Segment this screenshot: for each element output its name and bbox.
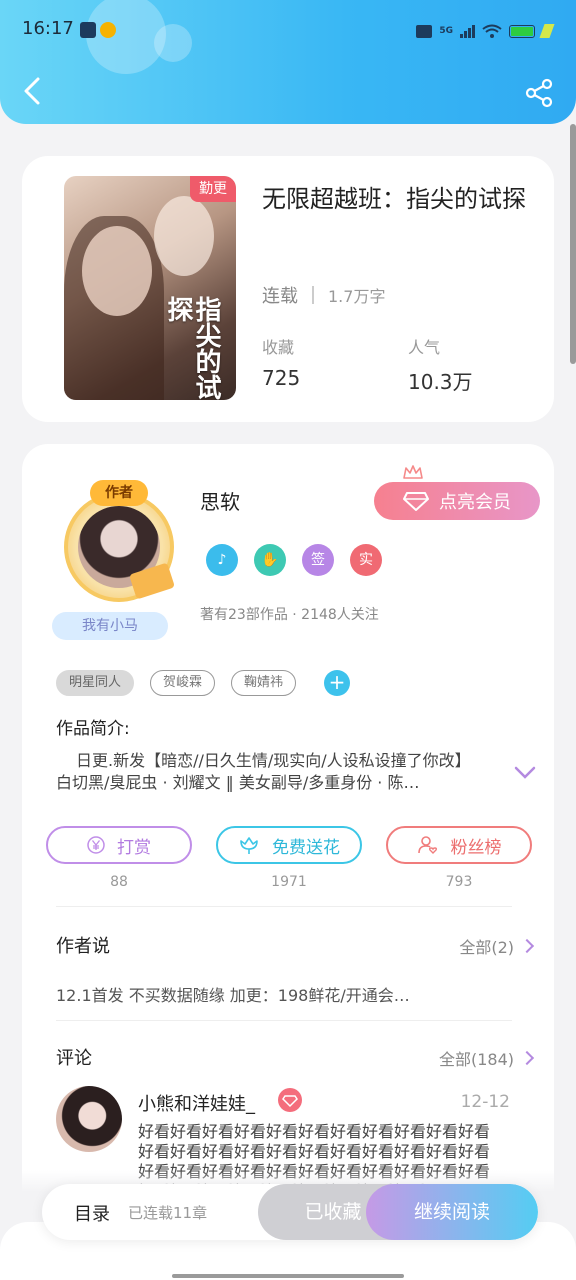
fan-rank-label: 粉丝榜 bbox=[450, 837, 502, 858]
reward-count: 88 bbox=[110, 874, 128, 890]
tag-list: 明星同人 贺峻霖 鞠婧祎 + bbox=[56, 670, 351, 696]
comment-user[interactable]: 小熊和洋娃娃_ bbox=[138, 1090, 255, 1116]
chevron-down-icon[interactable] bbox=[514, 766, 536, 780]
status-indicators: 5G bbox=[416, 20, 555, 42]
taobao-icon bbox=[80, 22, 96, 38]
send-flower-label: 免费送花 bbox=[272, 837, 340, 858]
share-icon[interactable] bbox=[524, 78, 554, 108]
stat-value: 725 bbox=[262, 366, 301, 390]
vip-button[interactable]: 点亮会员 bbox=[374, 482, 540, 520]
bottom-action-bar: 目录 已连载11章 已收藏 继续阅读 bbox=[42, 1184, 538, 1240]
works-info: 著有23部作品 · 2148人关注 bbox=[200, 607, 379, 623]
top-header: 16:17 5G bbox=[0, 0, 576, 124]
reward-button[interactable]: 打赏 bbox=[46, 826, 192, 864]
chevron-right-icon bbox=[519, 938, 535, 954]
serial-info: 连载 1.7万字 bbox=[262, 282, 385, 308]
author-name[interactable]: 思软 bbox=[200, 486, 240, 515]
network-label: 5G bbox=[439, 26, 453, 36]
serial-status: 连载 bbox=[262, 286, 298, 307]
verified-badge[interactable]: 实 bbox=[350, 544, 382, 576]
battery-icon bbox=[509, 24, 535, 38]
comments-more[interactable]: 全部(184) bbox=[438, 1046, 535, 1070]
author-badges: ♪ ✋ 签 实 bbox=[206, 544, 382, 576]
fan-rank-action: 粉丝榜 793 bbox=[386, 826, 532, 890]
music-note-icon[interactable]: ♪ bbox=[206, 544, 238, 576]
avatar-name-tag: 我有小马 bbox=[52, 612, 168, 640]
stat-popularity: 人气 10.3万 bbox=[408, 334, 473, 395]
send-flower-button[interactable]: 免费送花 bbox=[216, 826, 362, 864]
fan-rank-count: 793 bbox=[445, 874, 473, 890]
reward-label: 打赏 bbox=[117, 837, 151, 858]
divider bbox=[56, 1020, 512, 1021]
status-time: 16:17 bbox=[22, 18, 74, 39]
fan-rank-icon bbox=[417, 836, 437, 854]
continue-reading-button[interactable]: 继续阅读 bbox=[366, 1184, 538, 1240]
vip-button-label: 点亮会员 bbox=[439, 492, 511, 513]
chevron-left-icon[interactable] bbox=[20, 76, 44, 106]
signed-badge[interactable]: 签 bbox=[302, 544, 334, 576]
yen-icon bbox=[87, 836, 105, 854]
tag-item[interactable]: 明星同人 bbox=[56, 670, 135, 696]
stat-favorites: 收藏 725 bbox=[262, 334, 300, 390]
tag-item[interactable]: 贺峻霖 bbox=[150, 670, 216, 696]
chapter-count: 已连载11章 bbox=[128, 1204, 208, 1222]
status-bar: 16:17 5G bbox=[0, 14, 576, 48]
add-tag-button[interactable]: + bbox=[324, 670, 351, 696]
update-badge: 勤更 bbox=[190, 176, 236, 202]
comments-more-label: 全部(184) bbox=[438, 1050, 514, 1069]
book-title: 无限超越班：指尖的试探 bbox=[262, 185, 526, 213]
word-count: 1.7万字 bbox=[328, 287, 386, 306]
chevron-right-icon bbox=[519, 1050, 535, 1066]
cover-title: 指尖的试探 bbox=[163, 296, 221, 400]
hd-icon bbox=[416, 24, 433, 38]
wifi-icon bbox=[482, 24, 502, 38]
author-avatar[interactable]: 作者 我有小马 bbox=[52, 480, 188, 650]
author-says-more-label: 全部(2) bbox=[459, 938, 514, 957]
crown-icon bbox=[403, 465, 423, 479]
book-info-card: 指尖的试探 勤更 无限超越班：指尖的试探 连载 1.7万字 收藏 725 人气 … bbox=[22, 156, 554, 422]
fan-rank-button[interactable]: 粉丝榜 bbox=[386, 826, 532, 864]
author-tag: 作者 bbox=[90, 480, 148, 506]
stat-label: 收藏 bbox=[262, 338, 295, 357]
toc-button[interactable]: 目录 bbox=[74, 1200, 110, 1226]
reward-action: 打赏 88 bbox=[46, 826, 192, 890]
diamond-icon bbox=[403, 492, 429, 511]
avatar[interactable] bbox=[56, 1086, 122, 1152]
home-indicator[interactable] bbox=[172, 1274, 404, 1278]
weibo-icon bbox=[100, 22, 116, 38]
intro-label: 作品简介: bbox=[56, 719, 130, 739]
author-card: 作者 我有小马 思软 点亮会员 ♪ ✋ 签 实 著有23部作品 · 2148人关… bbox=[22, 444, 554, 1280]
author-says-more[interactable]: 全部(2) bbox=[459, 934, 535, 958]
book-cover[interactable]: 指尖的试探 勤更 bbox=[64, 176, 236, 400]
flower-icon bbox=[240, 837, 258, 854]
flower-action: 免费送花 1971 bbox=[216, 826, 362, 890]
diamond-icon bbox=[278, 1088, 302, 1112]
charging-icon bbox=[539, 24, 555, 38]
divider bbox=[312, 286, 314, 304]
comments-title: 评论 bbox=[56, 1048, 92, 1069]
stat-value: 10.3万 bbox=[408, 370, 473, 394]
flower-count: 1971 bbox=[271, 874, 307, 890]
tag-item[interactable]: 鞠婧祎 bbox=[231, 670, 297, 696]
stat-label: 人气 bbox=[408, 338, 441, 357]
author-says-title: 作者说 bbox=[56, 936, 110, 957]
divider bbox=[56, 906, 512, 907]
scrollbar[interactable] bbox=[570, 124, 576, 364]
handshake-icon[interactable]: ✋ bbox=[254, 544, 286, 576]
signal-icon bbox=[460, 24, 475, 38]
intro-text: 日更.新发【暗恋//日久生情/现实向/人设私设撞了你改】白切黑/臭屁虫 · 刘耀… bbox=[56, 751, 471, 792]
action-row: 打赏 88 免费送花 1971 粉丝榜 793 bbox=[46, 826, 532, 890]
author-says-text[interactable]: 12.1首发 不买数据随缘 加更：198鲜花/开通会… bbox=[56, 982, 496, 1006]
comment-date: 12-12 bbox=[460, 1092, 510, 1112]
